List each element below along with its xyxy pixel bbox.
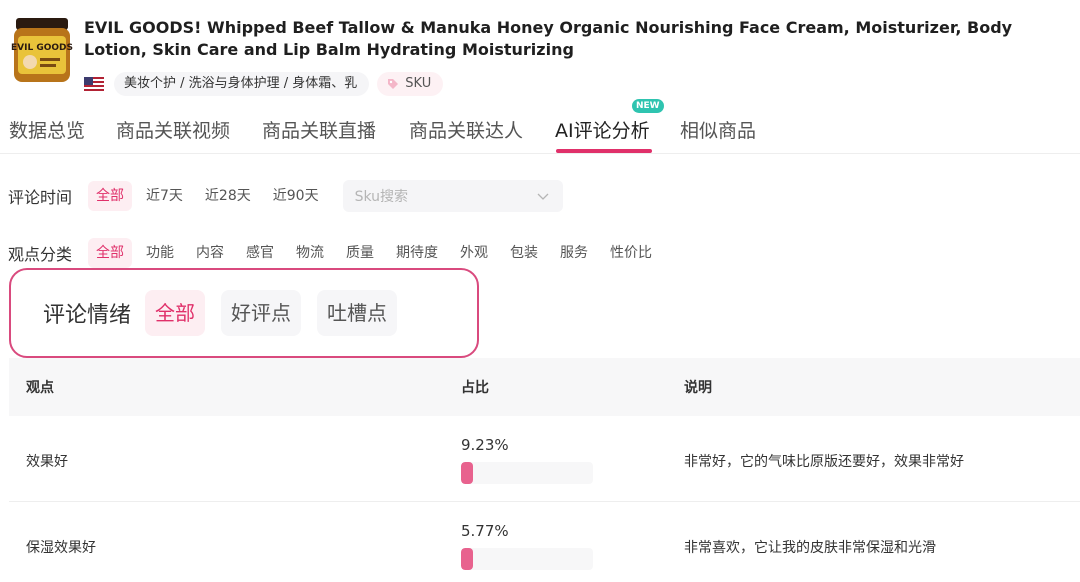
viewpoint-option-quality[interactable]: 质量 xyxy=(338,238,382,268)
review-analysis-table: 观点 占比 说明 效果好 9.23% 非常好，它的气味比原版还要好，效果非常好 … xyxy=(9,358,1080,582)
ratio-bar xyxy=(461,548,593,570)
product-thumbnail[interactable]: EVIL GOODS xyxy=(10,14,74,86)
viewpoint-option-value[interactable]: 性价比 xyxy=(602,238,660,268)
column-header-desc: 说明 xyxy=(684,380,712,396)
viewpoint-option-sensory[interactable]: 感官 xyxy=(238,238,282,268)
active-tab-indicator xyxy=(556,149,652,153)
ratio-bar-fill xyxy=(461,548,473,570)
viewpoint-option-appearance[interactable]: 外观 xyxy=(452,238,496,268)
viewpoint-option-service[interactable]: 服务 xyxy=(552,238,596,268)
sentiment-option-positive[interactable]: 好评点 xyxy=(221,290,302,336)
sentiment-filter: 评论情绪 全部 好评点 吐槽点 xyxy=(9,268,479,358)
product-header: EVIL GOODS EVIL GOODS! Whipped Beef Tall… xyxy=(0,0,1080,100)
viewpoint-filter: 观点分类 全部 功能 内容 感官 物流 质量 期待度 外观 包装 服务 性价比 xyxy=(0,238,666,268)
ratio-bar xyxy=(461,462,593,484)
viewpoint-filter-label: 观点分类 xyxy=(8,245,73,264)
viewpoint-option-expectation[interactable]: 期待度 xyxy=(388,238,446,268)
sentiment-option-complaints[interactable]: 吐槽点 xyxy=(317,290,398,336)
time-option-7d[interactable]: 近7天 xyxy=(138,181,191,211)
sentiment-filter-label: 评论情绪 xyxy=(43,303,132,328)
new-badge: NEW xyxy=(632,99,664,113)
product-title: EVIL GOODS! Whipped Beef Tallow & Manuka… xyxy=(84,18,1013,59)
column-header-ratio: 占比 xyxy=(461,380,489,396)
time-filter-label: 评论时间 xyxy=(8,188,73,207)
ratio-value: 5.77% xyxy=(461,522,509,540)
column-header-point: 观点 xyxy=(26,380,54,396)
product-meta: 美妆个护 / 洗浴与身体护理 / 身体霜、乳 SKU xyxy=(84,72,451,96)
viewpoint-description: 非常喜欢，它让我的皮肤非常保湿和光滑 xyxy=(684,540,936,556)
table-header: 观点 占比 说明 xyxy=(9,358,1080,416)
tab-bar: 数据总览 商品关联视频 商品关联直播 商品关联达人 AI评论分析 相似商品 NE… xyxy=(0,99,1080,154)
sku-label: SKU xyxy=(405,76,432,91)
chevron-down-icon xyxy=(537,193,549,200)
viewpoint-name: 保湿效果好 xyxy=(26,540,96,556)
sentiment-option-all[interactable]: 全部 xyxy=(145,290,206,336)
sku-search-placeholder: Sku搜索 xyxy=(354,189,409,205)
tab-ai-review-analysis[interactable]: AI评论分析 xyxy=(555,116,650,143)
tab-overview[interactable]: 数据总览 xyxy=(9,116,85,143)
svg-text:EVIL GOODS: EVIL GOODS xyxy=(11,43,73,53)
table-row: 保湿效果好 5.77% 非常喜欢，它让我的皮肤非常保湿和光滑 xyxy=(9,502,1080,582)
viewpoint-name: 效果好 xyxy=(26,454,68,470)
viewpoint-option-content[interactable]: 内容 xyxy=(188,238,232,268)
viewpoint-option-packaging[interactable]: 包装 xyxy=(502,238,546,268)
ratio-bar-fill xyxy=(461,462,473,484)
tab-related-videos[interactable]: 商品关联视频 xyxy=(116,116,230,143)
category-path: 美妆个护 / 洗浴与身体护理 / 身体霜、乳 xyxy=(124,76,358,91)
ratio-value: 9.23% xyxy=(461,436,509,454)
tag-icon xyxy=(388,79,399,89)
table-row: 效果好 9.23% 非常好，它的气味比原版还要好，效果非常好 xyxy=(9,416,1080,502)
viewpoint-option-function[interactable]: 功能 xyxy=(138,238,182,268)
time-filter: 评论时间 全部 近7天 近28天 近90天 Sku搜索 xyxy=(0,180,563,212)
viewpoint-description: 非常好，它的气味比原版还要好，效果非常好 xyxy=(684,454,964,470)
time-option-28d[interactable]: 近28天 xyxy=(197,181,259,211)
viewpoint-option-all[interactable]: 全部 xyxy=(88,238,132,268)
sku-search-select[interactable]: Sku搜索 xyxy=(342,180,563,212)
tab-related-creators[interactable]: 商品关联达人 xyxy=(409,116,523,143)
time-option-90d[interactable]: 近90天 xyxy=(265,181,327,211)
us-flag-icon xyxy=(84,77,104,91)
viewpoint-option-logistics[interactable]: 物流 xyxy=(288,238,332,268)
tab-similar-products[interactable]: 相似商品 xyxy=(680,116,756,143)
tab-related-live[interactable]: 商品关联直播 xyxy=(262,116,376,143)
sku-chip[interactable]: SKU xyxy=(377,72,444,96)
time-option-all[interactable]: 全部 xyxy=(88,181,132,211)
category-chip[interactable]: 美妆个护 / 洗浴与身体护理 / 身体霜、乳 xyxy=(114,72,370,96)
